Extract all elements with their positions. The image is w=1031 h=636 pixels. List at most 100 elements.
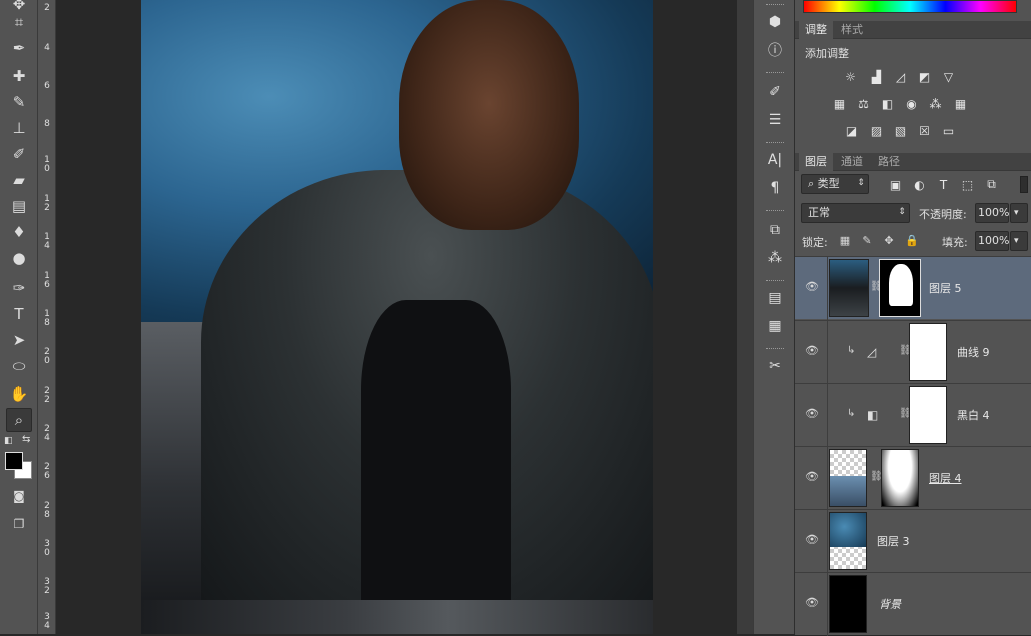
layer-name[interactable]: 黑白 4: [957, 407, 990, 423]
brushes-icon[interactable]: ✐: [764, 82, 786, 102]
info-icon[interactable]: ⓘ: [764, 40, 786, 60]
curves-adjustment-icon[interactable]: ◿: [867, 345, 876, 359]
eyedropper-tool-icon[interactable]: ✒: [6, 36, 32, 60]
layer-thumbnail[interactable]: [829, 259, 869, 317]
posterize-icon[interactable]: ▨: [868, 123, 885, 138]
eye-icon[interactable]: 👁: [805, 345, 819, 357]
brush-tool-icon[interactable]: ✎: [6, 90, 32, 114]
screen-mode-icon[interactable]: ❐: [6, 512, 32, 536]
layer-name[interactable]: 图层 5: [929, 280, 962, 296]
layer-row[interactable]: 👁 ⛓ 图层 4: [795, 446, 1031, 510]
type-tool-icon[interactable]: T: [6, 302, 32, 326]
tab-paths[interactable]: 路径: [872, 153, 906, 171]
tab-adjustments[interactable]: 调整: [799, 21, 833, 39]
clone-stamp-tool-icon[interactable]: ⊥: [6, 116, 32, 140]
crop-tool-icon[interactable]: ⌗: [6, 10, 32, 34]
eye-icon[interactable]: 👁: [805, 597, 819, 609]
layer-thumbnail[interactable]: [829, 575, 867, 633]
panel-grip[interactable]: [766, 72, 784, 75]
layer-thumbnail[interactable]: [829, 449, 867, 507]
photo-filter-icon[interactable]: ◉: [903, 96, 920, 111]
filter-type-icon[interactable]: T: [935, 177, 952, 192]
invert-icon[interactable]: ◪: [843, 123, 860, 138]
eye-icon[interactable]: 👁: [805, 281, 819, 293]
threshold-icon[interactable]: ▧: [892, 123, 909, 138]
color-balance-icon[interactable]: ⚖: [855, 96, 872, 111]
ellipse-tool-icon[interactable]: ⬭: [6, 354, 32, 378]
filter-smart-object-icon[interactable]: ⧉: [983, 177, 1000, 192]
dodge-tool-icon[interactable]: ●: [6, 246, 32, 270]
healing-brush-tool-icon[interactable]: ✚: [6, 64, 32, 88]
tab-layers[interactable]: 图层: [799, 153, 833, 171]
filter-pixel-icon[interactable]: ▣: [887, 177, 904, 192]
path-selection-tool-icon[interactable]: ➤: [6, 328, 32, 352]
swap-colors-icon[interactable]: ⇆: [22, 434, 30, 445]
paragraph-icon[interactable]: ¶: [764, 178, 786, 198]
3d-icon[interactable]: ⬢: [764, 12, 786, 32]
panel-grip[interactable]: [766, 4, 784, 7]
tab-channels[interactable]: 通道: [835, 153, 869, 171]
layer-name[interactable]: 图层 4: [929, 470, 962, 486]
filter-toggle[interactable]: [1020, 176, 1028, 193]
vertical-scrollbar[interactable]: [737, 0, 753, 634]
black-white-adjustment-icon[interactable]: ◧: [867, 408, 878, 422]
black-white-icon[interactable]: ◧: [879, 96, 896, 111]
vibrance-icon[interactable]: ▽: [940, 69, 957, 84]
filter-adjustment-icon[interactable]: ◐: [911, 177, 928, 192]
layer-thumbnail[interactable]: [829, 512, 867, 570]
channel-mixer-icon[interactable]: ⁂: [927, 96, 944, 111]
clone-source-icon[interactable]: ⧉: [764, 220, 786, 240]
opacity-input[interactable]: 100%: [975, 203, 1009, 223]
paragraph-styles-icon[interactable]: ▦: [764, 316, 786, 336]
hand-tool-icon[interactable]: ✋: [6, 382, 32, 406]
color-spectrum[interactable]: [803, 0, 1017, 13]
layer-mask-thumbnail[interactable]: [909, 323, 947, 381]
fill-input[interactable]: 100%: [975, 231, 1009, 251]
notes-icon[interactable]: ▤: [764, 288, 786, 308]
layer-row[interactable]: 👁 图层 3: [795, 509, 1031, 573]
lock-all-icon[interactable]: 🔒: [905, 235, 919, 247]
zoom-tool-icon[interactable]: ⌕: [6, 408, 32, 432]
eye-icon[interactable]: 👁: [805, 534, 819, 546]
quick-mask-icon[interactable]: ◙: [6, 484, 32, 508]
brightness-icon[interactable]: ☼: [842, 69, 859, 84]
lock-pixels-icon[interactable]: ✎: [861, 235, 873, 247]
panel-grip[interactable]: [766, 210, 784, 213]
opacity-dropdown-icon[interactable]: ▾: [1010, 203, 1028, 223]
gradient-map-icon[interactable]: ▭: [940, 123, 957, 138]
blur-tool-icon[interactable]: ♦: [6, 220, 32, 244]
lock-position-icon[interactable]: ✥: [883, 235, 895, 247]
adjustments-icon[interactable]: ☰: [764, 110, 786, 130]
eye-icon[interactable]: 👁: [805, 471, 819, 483]
color-lookup-icon[interactable]: ▦: [952, 96, 969, 111]
foreground-color-swatch[interactable]: [5, 452, 23, 470]
layer-row[interactable]: 👁 背景: [795, 572, 1031, 636]
eye-icon[interactable]: 👁: [805, 408, 819, 420]
curves-icon[interactable]: ◿: [892, 69, 909, 84]
layer-row[interactable]: 👁 ⛓ 图层 5: [795, 256, 1031, 320]
gradient-tool-icon[interactable]: ▤: [6, 194, 32, 218]
pen-tool-icon[interactable]: ✑: [6, 276, 32, 300]
panel-grip[interactable]: [766, 142, 784, 145]
filter-shape-icon[interactable]: ⬚: [959, 177, 976, 192]
eraser-tool-icon[interactable]: ▰: [6, 168, 32, 192]
layer-mask-thumbnail[interactable]: [879, 259, 921, 317]
character-icon[interactable]: A|: [764, 150, 786, 170]
layer-row[interactable]: 👁 ↳ ◿ ⛓ 曲线 9: [795, 320, 1031, 384]
tools-icon[interactable]: ✂: [764, 356, 786, 376]
exposure-icon[interactable]: ◩: [916, 69, 933, 84]
selective-color-icon[interactable]: ☒: [916, 123, 933, 138]
panel-grip[interactable]: [766, 348, 784, 351]
layer-row[interactable]: 👁 ↳ ◧ ⛓ 黑白 4: [795, 383, 1031, 447]
layer-name[interactable]: 图层 3: [877, 533, 910, 549]
history-brush-tool-icon[interactable]: ✐: [6, 142, 32, 166]
layer-mask-thumbnail[interactable]: [909, 386, 947, 444]
levels-icon[interactable]: ▟: [868, 69, 885, 84]
layer-mask-thumbnail[interactable]: [881, 449, 919, 507]
default-colors-icon[interactable]: ◧: [4, 436, 13, 446]
layer-name[interactable]: 背景: [879, 596, 901, 612]
tab-styles[interactable]: 样式: [835, 21, 869, 39]
character-styles-icon[interactable]: ⁂: [764, 248, 786, 268]
hue-saturation-icon[interactable]: ▦: [831, 96, 848, 111]
lock-transparent-icon[interactable]: ▦: [839, 235, 851, 247]
